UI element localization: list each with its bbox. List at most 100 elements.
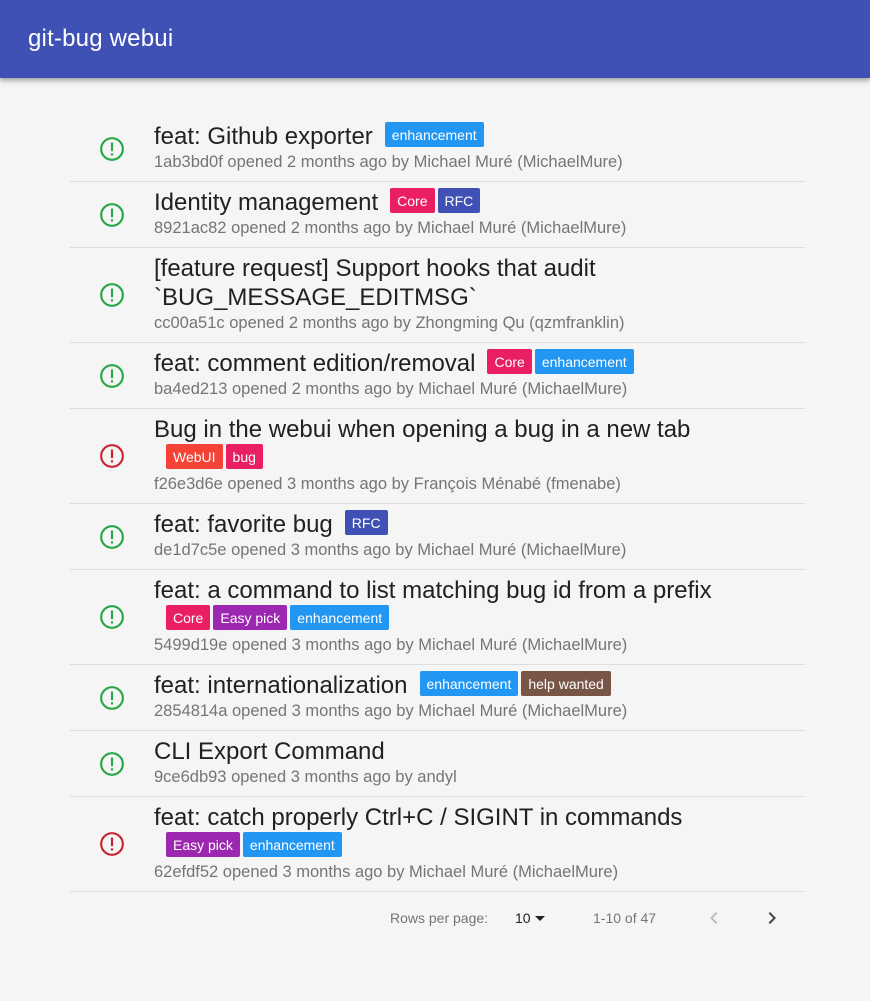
bug-title[interactable]: feat: comment edition/removal: [154, 350, 475, 377]
bug-labels: Core Easy pick enhancement: [154, 605, 805, 634]
rows-per-page-label: Rows per page:: [390, 910, 489, 926]
bug-meta: 9ce6db93 opened 3 months ago by andyl: [154, 768, 457, 786]
bug-title-line: feat: favorite bug RFC: [154, 510, 805, 539]
bug-info: feat: internationalization enhancement hel…: [154, 665, 805, 730]
label-badge: Core: [166, 605, 211, 630]
bug-row[interactable]: feat: favorite bug RFC de1d7c5e opened 3 m…: [70, 504, 805, 570]
bug-title-line: CLI Export Command: [154, 737, 805, 766]
bug-title[interactable]: feat: catch properly Ctrl+C / SIGINT in …: [154, 804, 682, 831]
status-cell: [70, 202, 154, 228]
rows-per-page-select[interactable]: 10: [515, 910, 545, 926]
open-issue-icon: [100, 136, 124, 161]
bug-row[interactable]: feat: a command to list matching bug id …: [70, 570, 805, 665]
bug-title[interactable]: feat: favorite bug: [154, 511, 333, 538]
open-issue-icon: [100, 283, 124, 307]
label-badge: RFC: [437, 188, 481, 213]
bug-title-line: Identity management Core RFC: [154, 188, 805, 217]
bug-meta: 1ab3bd0f opened 2 months ago by Michael …: [154, 153, 623, 171]
bug-meta: f26e3d6e opened 3 months ago by François…: [154, 475, 621, 493]
chevron-right-icon: [768, 912, 776, 924]
bug-meta: cc00a51c opened 2 months ago by Zhongmin…: [154, 314, 625, 332]
label-badge: enhancement: [534, 349, 634, 374]
bug-meta: de1d7c5e opened 3 months ago by Michael …: [154, 541, 627, 559]
bug-info: feat: favorite bug RFC de1d7c5e opened 3 m…: [154, 504, 805, 569]
label-badge: enhancement: [242, 832, 342, 857]
bug-info: [feature request] Support hooks that aud…: [154, 248, 805, 342]
bug-row[interactable]: feat: catch properly Ctrl+C / SIGINT in …: [70, 797, 805, 892]
bug-list: feat: Github exporter enhancement 1ab3bd0f…: [70, 116, 805, 892]
open-issue-icon: [100, 605, 124, 629]
bug-row[interactable]: feat: comment edition/removal Core enhance…: [70, 343, 805, 409]
bug-info: feat: comment edition/removal Core enhance…: [154, 343, 805, 408]
bug-labels: Core enhancement: [475, 349, 634, 377]
bug-row[interactable]: [feature request] Support hooks that aud…: [70, 248, 805, 343]
open-issue-icon: [100, 751, 124, 776]
label-badge: Easy pick: [213, 605, 288, 630]
bug-title-line: [feature request] Support hooks that aud…: [154, 254, 805, 312]
label-badge: enhancement: [290, 605, 390, 630]
bug-info: Identity management Core RFC 8921ac82 opene…: [154, 182, 805, 247]
bug-meta: 2854814a opened 3 months ago by Michael …: [154, 702, 628, 720]
pagination-range: 1-10 of 47: [593, 910, 657, 926]
open-issue-icon: [100, 363, 124, 388]
rows-per-page-value: 10: [515, 910, 531, 926]
label-badge: enhancement: [419, 671, 519, 696]
bug-title[interactable]: feat: internationalization: [154, 672, 408, 699]
bug-title[interactable]: feat: a command to list matching bug id …: [154, 577, 712, 604]
bug-info: Bug in the webui when opening a bug in a…: [154, 409, 805, 503]
previous-page-button[interactable]: [702, 906, 726, 930]
bug-row[interactable]: Identity management Core RFC 8921ac82 opene…: [70, 182, 805, 248]
bug-title-line: feat: a command to list matching bug id …: [154, 576, 805, 634]
bug-title[interactable]: [feature request] Support hooks that aud…: [154, 255, 596, 311]
bug-labels: RFC: [333, 510, 388, 538]
label-badge: help wanted: [521, 671, 611, 696]
status-cell: [70, 363, 154, 389]
label-badge: WebUI: [166, 444, 223, 469]
closed-issue-icon: [100, 444, 124, 468]
bug-info: feat: Github exporter enhancement 1ab3bd0f…: [154, 116, 805, 181]
label-badge: Core: [390, 188, 435, 213]
bug-title-line: feat: catch properly Ctrl+C / SIGINT in …: [154, 803, 805, 861]
status-cell: [70, 604, 154, 630]
label-badge: RFC: [344, 510, 388, 535]
bug-labels: enhancement help wanted: [408, 671, 611, 699]
bug-info: feat: a command to list matching bug id …: [154, 570, 805, 664]
bug-info: CLI Export Command 9ce6db93 opened 3 mont…: [154, 731, 805, 796]
label-badge: enhancement: [384, 122, 484, 147]
open-issue-icon: [100, 685, 124, 710]
bug-labels: Core RFC: [378, 188, 481, 216]
bug-labels: WebUI bug: [154, 444, 805, 473]
bug-row[interactable]: Bug in the webui when opening a bug in a…: [70, 409, 805, 504]
bug-title[interactable]: CLI Export Command: [154, 738, 385, 765]
bug-title-line: Bug in the webui when opening a bug in a…: [154, 415, 805, 473]
bug-meta: ba4ed213 opened 2 months ago by Michael …: [154, 380, 628, 398]
bug-row[interactable]: feat: internationalization enhancement hel…: [70, 665, 805, 731]
closed-issue-icon: [100, 832, 124, 856]
status-cell: [70, 443, 154, 469]
open-issue-icon: [100, 202, 124, 227]
caret-down-icon: [534, 915, 545, 921]
open-issue-icon: [100, 524, 124, 549]
chevron-left-icon: [710, 912, 718, 924]
bug-title-line: feat: comment edition/removal Core enhance…: [154, 349, 805, 378]
next-page-button[interactable]: [760, 906, 784, 930]
app-title: git-bug webui: [28, 25, 174, 52]
status-cell: [70, 282, 154, 308]
bug-title-line: feat: Github exporter enhancement: [154, 122, 805, 151]
status-cell: [70, 831, 154, 857]
bug-labels: Easy pick enhancement: [154, 832, 805, 861]
bug-title[interactable]: Identity management: [154, 189, 378, 216]
bug-row[interactable]: feat: Github exporter enhancement 1ab3bd0f…: [70, 116, 805, 182]
bug-row[interactable]: CLI Export Command 9ce6db93 opened 3 mont…: [70, 731, 805, 797]
bug-meta: 5499d19e opened 3 months ago by Michael …: [154, 636, 628, 654]
bug-meta: 62efdf52 opened 3 months ago by Michael …: [154, 863, 619, 881]
label-badge: bug: [225, 444, 263, 469]
bug-title[interactable]: Bug in the webui when opening a bug in a…: [154, 416, 690, 443]
status-cell: [70, 685, 154, 711]
status-cell: [70, 524, 154, 550]
bug-labels: enhancement: [373, 122, 484, 150]
bug-title[interactable]: feat: Github exporter: [154, 123, 373, 150]
bug-info: feat: catch properly Ctrl+C / SIGINT in …: [154, 797, 805, 891]
bug-title-line: feat: internationalization enhancement hel…: [154, 671, 805, 700]
pagination: Rows per page: 10 1-10 of 47: [0, 902, 870, 938]
